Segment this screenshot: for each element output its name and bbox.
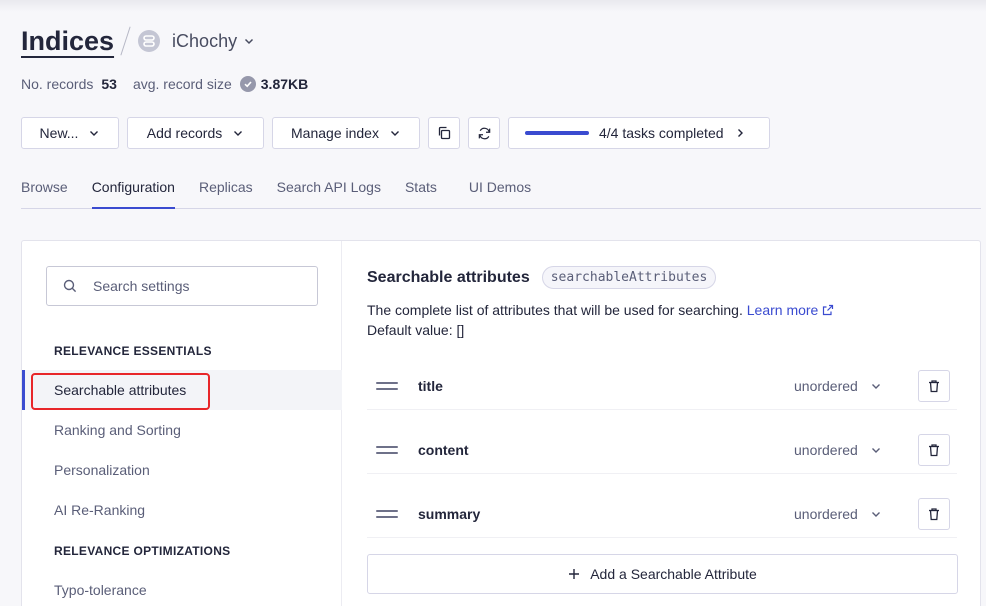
breadcrumb-separator	[120, 26, 131, 56]
order-value: unordered	[794, 377, 858, 394]
sidebar-item-typo-tolerance[interactable]: Typo-tolerance	[22, 570, 342, 606]
drag-handle-icon[interactable]	[376, 509, 398, 518]
setting-code-pill: searchableAttributes	[541, 266, 717, 289]
trash-icon	[929, 443, 939, 456]
search-icon	[63, 279, 77, 293]
chevron-down-icon	[871, 447, 880, 453]
section-title: Searchable attributes	[367, 268, 530, 286]
copy-button[interactable]	[428, 117, 460, 149]
section-description: The complete list of attributes that wil…	[367, 300, 834, 340]
settings-sidebar: RELEVANCE ESSENTIALS Searchable attribut…	[22, 241, 342, 606]
toolbar: New... Add records Manage index 4/4 task…	[21, 117, 770, 149]
attribute-name: content	[418, 441, 469, 458]
drag-handle-icon[interactable]	[376, 445, 398, 454]
check-circle-icon	[239, 76, 256, 92]
sidebar-item-personalization[interactable]: Personalization	[22, 450, 342, 490]
chevron-right-icon	[737, 129, 743, 137]
add-records-label: Add records	[146, 125, 223, 141]
search-settings-field[interactable]	[46, 266, 318, 306]
order-value: unordered	[794, 505, 858, 522]
tab-browse[interactable]: Browse	[21, 170, 68, 209]
delete-attribute-button[interactable]	[918, 497, 950, 530]
records-value: 53	[101, 76, 117, 92]
attribute-row: content unordered	[367, 426, 957, 474]
chevron-down-icon	[871, 511, 880, 517]
tab-configuration[interactable]: Configuration	[91, 170, 175, 209]
attribute-row: title unordered	[367, 362, 957, 410]
configuration-panel: RELEVANCE ESSENTIALS Searchable attribut…	[21, 240, 981, 606]
avg-size-label: avg. record size	[132, 76, 232, 92]
refresh-icon	[478, 127, 490, 139]
new-button[interactable]: New...	[21, 117, 119, 149]
records-label: No. records	[21, 76, 94, 92]
index-stats: No. records 53 avg. record size 3.87KB	[21, 76, 308, 92]
tab-replicas[interactable]: Replicas	[199, 170, 253, 209]
section-relevance-essentials: RELEVANCE ESSENTIALS	[54, 344, 212, 358]
section-relevance-optimizations: RELEVANCE OPTIMIZATIONS	[54, 544, 231, 558]
chevron-down-icon	[90, 131, 99, 136]
default-value-text: Default value: []	[367, 322, 465, 338]
chevron-down-icon	[234, 131, 243, 136]
index-tabs: Browse Configuration Replicas Search API…	[21, 170, 981, 209]
drag-handle-icon[interactable]	[376, 381, 398, 390]
add-attribute-label: Add a Searchable Attribute	[590, 566, 757, 582]
sidebar-item-ai-re-ranking[interactable]: AI Re-Ranking	[22, 490, 342, 530]
plus-icon	[569, 569, 580, 579]
section-header: Searchable attributes searchableAttribut…	[367, 266, 717, 289]
tab-stats[interactable]: Stats	[405, 170, 437, 209]
new-button-label: New...	[39, 125, 79, 141]
avg-size-value: 3.87KB	[260, 76, 309, 92]
sidebar-item-ranking-and-sorting[interactable]: Ranking and Sorting	[22, 410, 342, 450]
sidebar-item-searchable-attributes[interactable]: Searchable attributes	[22, 370, 342, 410]
order-value: unordered	[794, 441, 858, 458]
copy-icon	[438, 126, 451, 140]
tasks-progress-bar	[525, 131, 589, 135]
order-dropdown[interactable]: unordered	[794, 442, 882, 458]
trash-icon	[929, 507, 939, 520]
order-dropdown[interactable]: unordered	[794, 506, 882, 522]
app-name-label: iChochy	[172, 30, 238, 51]
manage-index-label: Manage index	[291, 125, 379, 141]
manage-index-button[interactable]: Manage index	[272, 117, 420, 149]
external-link-icon	[823, 304, 834, 316]
top-shadow	[0, 0, 986, 12]
description-text: The complete list of attributes that wil…	[367, 302, 743, 318]
add-records-button[interactable]: Add records	[127, 117, 264, 149]
app-icon	[138, 30, 161, 52]
trash-icon	[929, 379, 939, 392]
attribute-name: summary	[418, 505, 481, 522]
delete-attribute-button[interactable]	[918, 369, 950, 402]
learn-more-link[interactable]: Learn more	[747, 302, 835, 318]
chevron-down-icon	[871, 383, 880, 389]
search-settings-input[interactable]	[93, 278, 293, 294]
refresh-button[interactable]	[468, 117, 500, 149]
order-dropdown[interactable]: unordered	[794, 378, 882, 394]
tasks-status-button[interactable]: 4/4 tasks completed	[508, 117, 770, 149]
add-searchable-attribute-button[interactable]: Add a Searchable Attribute	[367, 554, 958, 594]
indices-breadcrumb-link[interactable]: Indices	[21, 26, 114, 57]
settings-content: Searchable attributes searchableAttribut…	[367, 241, 967, 606]
app-selector[interactable]: iChochy	[172, 31, 255, 52]
tasks-status-label: 4/4 tasks completed	[599, 125, 724, 141]
attribute-name: title	[418, 377, 443, 394]
delete-attribute-button[interactable]	[918, 433, 950, 466]
tab-ui-demos[interactable]: UI Demos	[469, 170, 531, 209]
chevron-down-icon	[390, 131, 399, 136]
page-header: Indices iChochy	[21, 24, 255, 58]
attribute-row: summary unordered	[367, 490, 957, 538]
chevron-down-icon	[245, 38, 254, 45]
tab-search-api-logs[interactable]: Search API Logs	[277, 170, 381, 209]
